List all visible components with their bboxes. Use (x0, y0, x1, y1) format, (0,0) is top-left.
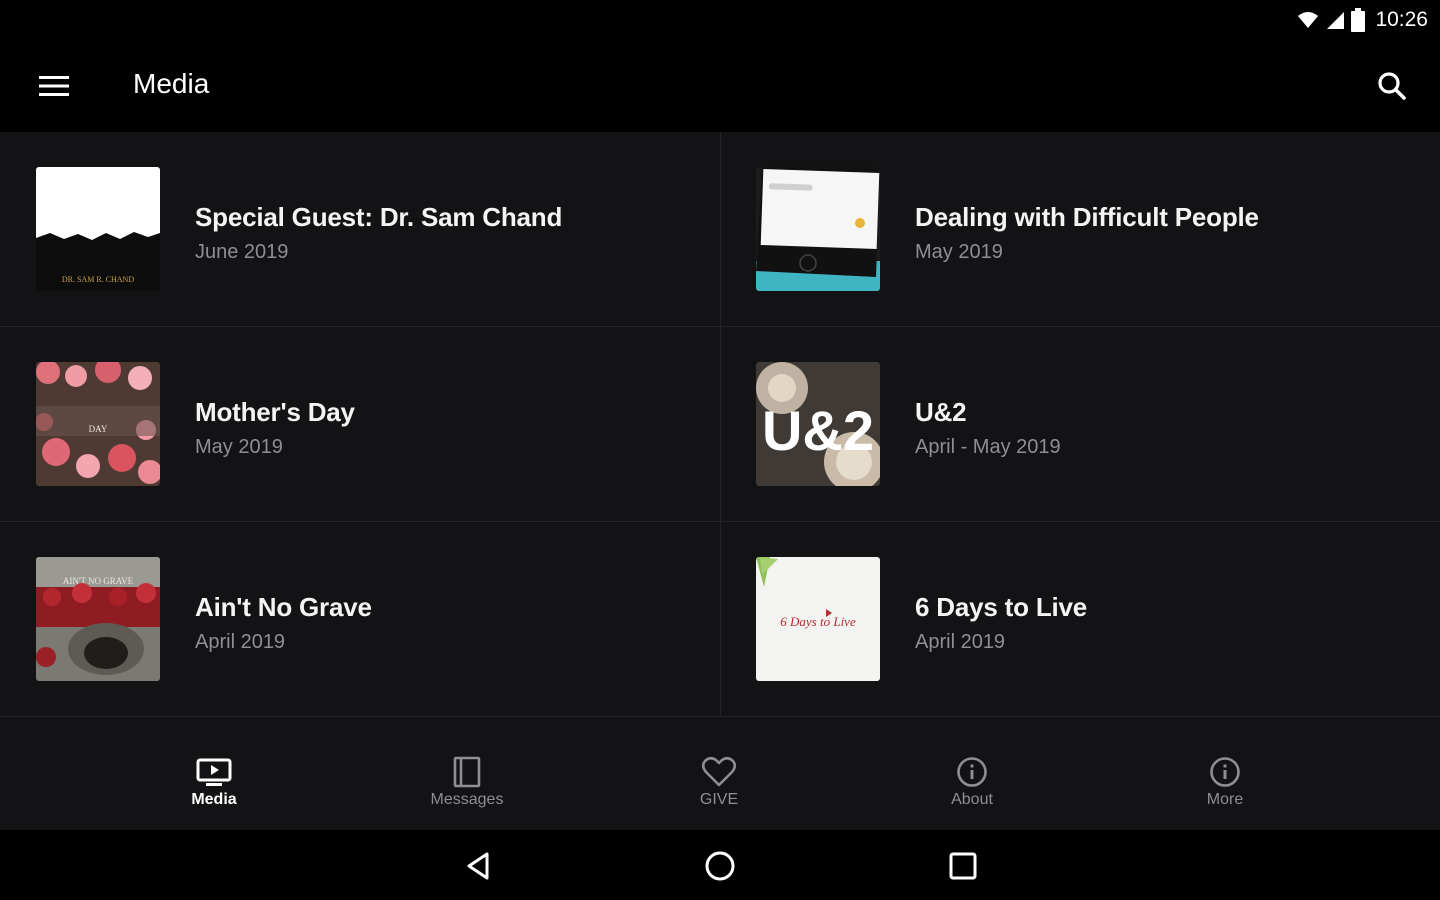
home-icon (705, 851, 735, 881)
battery-icon (1351, 8, 1366, 32)
media-title: Dealing with Difficult People (915, 202, 1259, 232)
back-button[interactable] (458, 846, 498, 886)
media-title: 6 Days to Live (915, 592, 1088, 622)
page-title: Media (133, 68, 210, 99)
media-item-mothers-day[interactable]: DAY Mother's Day May 2019 (0, 327, 721, 522)
media-date: May 2019 (915, 241, 1003, 263)
nav-label: GIVE (699, 791, 739, 808)
thumbnail-caption: AIN'T NO GRAVE (63, 576, 134, 586)
thumbnail-caption: DR. SAM R. CHAND (62, 275, 134, 284)
info-icon (1210, 757, 1240, 787)
heart-icon (701, 756, 737, 787)
search-icon (1378, 72, 1406, 100)
media-item-u-and-2[interactable]: U&2 U&2 April - May 2019 (721, 327, 1440, 522)
app-bar: Media (0, 40, 1440, 132)
media-thumbnail: DR. SAM R. CHAND (36, 167, 160, 291)
media-item-difficult-people[interactable]: Dealing with Difficult People May 2019 (721, 132, 1440, 327)
nav-tab-messages[interactable]: Messages (397, 756, 537, 822)
media-title: Ain't No Grave (195, 592, 372, 622)
bottom-navigation: Media Messages GIVE About More (0, 742, 1440, 830)
status-time: 10:26 (1375, 8, 1428, 31)
media-title: U&2 (915, 397, 967, 427)
thumbnail-caption: 6 Days to Live (780, 614, 856, 629)
tv-icon (196, 758, 232, 786)
media-thumbnail: 6 Days to Live (756, 557, 880, 681)
media-thumbnail (756, 167, 880, 291)
home-button[interactable] (700, 846, 740, 886)
status-bar: 10:26 (0, 0, 1440, 40)
media-list: DR. SAM R. CHAND Special Guest: Dr. Sam … (0, 132, 1440, 742)
wifi-icon (1298, 12, 1319, 28)
thumbnail-caption: U&2 (762, 399, 874, 462)
media-thumbnail: DAY (36, 362, 160, 486)
menu-icon (39, 76, 69, 96)
recents-icon (949, 852, 977, 880)
status-icons: 10:26 (1297, 6, 1428, 34)
nav-label: Messages (430, 791, 504, 808)
signal-icon (1327, 12, 1345, 29)
media-thumbnail: AIN'T NO GRAVE (36, 557, 160, 681)
back-icon (467, 852, 489, 880)
media-date: June 2019 (195, 241, 289, 263)
media-date: April 2019 (195, 631, 286, 653)
nav-tab-more[interactable]: More (1155, 756, 1295, 822)
media-date: April 2019 (915, 631, 1006, 653)
menu-button[interactable] (30, 66, 78, 106)
nav-tab-about[interactable]: About (902, 756, 1042, 822)
nav-label: Media (191, 791, 237, 808)
system-navigation-bar (0, 830, 1440, 900)
media-date: April - May 2019 (915, 436, 1061, 458)
search-button[interactable] (1370, 64, 1414, 108)
nav-tab-give[interactable]: GIVE (649, 756, 789, 822)
nav-label: About (951, 791, 993, 808)
media-item-aint-no-grave[interactable]: AIN'T NO GRAVE Ain't No Grave April 2019 (0, 522, 721, 717)
media-thumbnail: U&2 (756, 362, 880, 486)
info-icon (957, 757, 987, 787)
media-title: Special Guest: Dr. Sam Chand (195, 202, 563, 232)
media-date: May 2019 (195, 436, 283, 458)
media-title: Mother's Day (195, 397, 355, 427)
media-item-6-days-to-live[interactable]: 6 Days to Live 6 Days to Live April 2019 (721, 522, 1440, 717)
nav-label: More (1206, 791, 1244, 808)
thumbnail-caption: DAY (89, 424, 108, 434)
nav-tab-media[interactable]: Media (144, 756, 284, 822)
recents-button[interactable] (943, 846, 983, 886)
media-item-special-guest[interactable]: DR. SAM R. CHAND Special Guest: Dr. Sam … (0, 132, 721, 327)
book-icon (453, 756, 481, 788)
